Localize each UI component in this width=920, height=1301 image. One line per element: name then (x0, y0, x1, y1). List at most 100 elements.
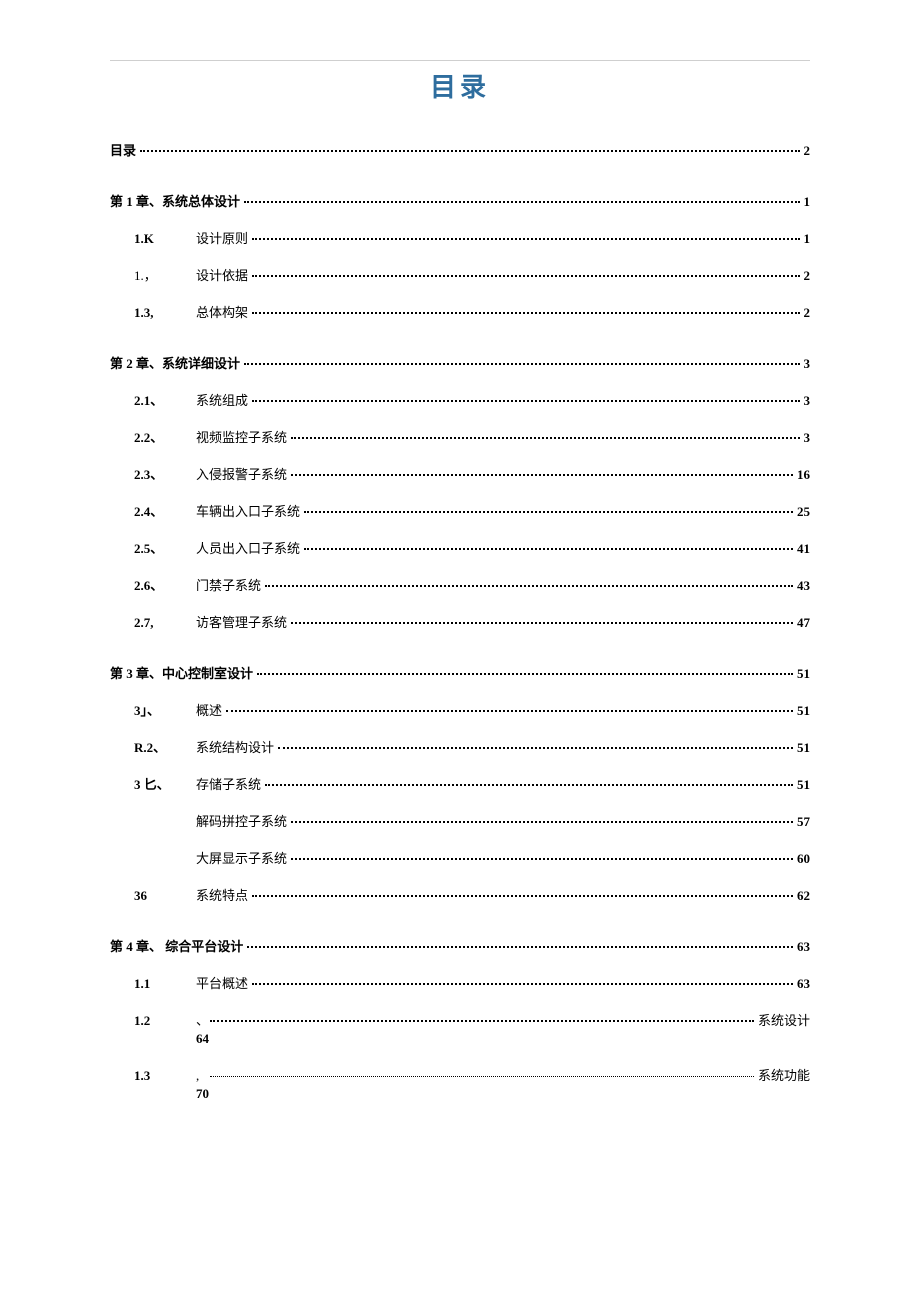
toc-page: 51 (797, 740, 810, 756)
toc-label: 系统结构设计 (196, 737, 274, 756)
toc-page: 16 (797, 467, 810, 483)
toc-page: 51 (797, 666, 810, 682)
toc-chapter[interactable]: 第 1 章、系统总体设计 1 (110, 191, 810, 210)
toc-page: 3 (804, 393, 811, 409)
leader-dots (252, 312, 799, 314)
toc-page: 62 (797, 888, 810, 904)
toc-num: 2.5、 (134, 538, 196, 557)
toc-page: 47 (797, 615, 810, 631)
toc-num: 3」、 (134, 700, 196, 719)
toc-entry[interactable]: 1.2、系统设计 (110, 1010, 810, 1029)
toc-chapter[interactable]: 第 4 章、 综合平台设计 63 (110, 936, 810, 955)
toc-page: 63 (797, 939, 810, 955)
leader-dots (257, 673, 793, 675)
leader-dots (247, 946, 793, 948)
toc-pre: , (196, 1068, 206, 1084)
leader-dots (210, 1020, 754, 1022)
toc-num: 2.1、 (134, 390, 196, 409)
toc-label: 总体构架 (196, 302, 248, 321)
toc-entry[interactable]: 1.K设计原则 1 (110, 228, 810, 247)
toc-num: 36 (134, 888, 196, 904)
leader-dots (304, 511, 793, 513)
toc-entry[interactable]: 2.4、车辆出入口子系统25 (110, 501, 810, 520)
toc-entry[interactable]: 2.7,访客管理子系统 47 (110, 612, 810, 631)
leader-dots (252, 238, 799, 240)
toc-tail-label: 系统设计 (758, 1010, 810, 1029)
leader-dots (291, 858, 793, 860)
toc-num: 1.1 (134, 976, 196, 992)
top-hairline (110, 60, 810, 61)
toc-entry[interactable]: 2.2、视频监控子系统3 (110, 427, 810, 446)
leader-dots (252, 275, 799, 277)
leader-dots (278, 747, 793, 749)
toc-chapter[interactable]: 目录2 (110, 140, 810, 159)
leader-dots (226, 710, 793, 712)
toc-entry[interactable]: 大屏显示子系统 60 (110, 848, 810, 867)
toc-num: 1.2 (134, 1013, 196, 1029)
toc-label: 第 2 章、系统详细设计 (110, 353, 240, 372)
leader-dots (252, 400, 799, 402)
toc-entry[interactable]: 36系统特点62 (110, 885, 810, 904)
toc-num: 2.6、 (134, 575, 196, 594)
leader-dots (291, 821, 793, 823)
toc-label: 目录 (110, 140, 136, 159)
toc-page: 57 (797, 814, 810, 830)
toc-label: 设计依据 (196, 265, 248, 284)
toc-page: 2 (804, 305, 811, 321)
toc-label: 系统组成 (196, 390, 248, 409)
toc-entry[interactable]: 2.1、系统组成 3 (110, 390, 810, 409)
toc-label: 第 3 章、中心控制室设计 (110, 663, 253, 682)
toc-entry[interactable]: 解码拼控子系统57 (110, 811, 810, 830)
toc-label: 平台概述 (196, 973, 248, 992)
toc-entry[interactable]: 1.3, 系统功能 (110, 1065, 810, 1084)
toc-chapter[interactable]: 第 2 章、系统详细设计3 (110, 353, 810, 372)
toc-page: 51 (797, 703, 810, 719)
toc-label: 访客管理子系统 (196, 612, 287, 631)
toc-entry[interactable]: 1.3,总体构架 2 (110, 302, 810, 321)
leader-dots (291, 474, 793, 476)
toc-label: 人员出入口子系统 (196, 538, 300, 557)
leader-dots (244, 201, 799, 203)
toc-entry[interactable]: 2.5、人员出入口子系统 41 (110, 538, 810, 557)
toc-page: 43 (797, 578, 810, 594)
toc-num: 2.3、 (134, 464, 196, 483)
toc-entry[interactable]: R.2、系统结构设计 51 (110, 737, 810, 756)
toc-label: 存储子系统 (196, 774, 261, 793)
leader-dots (244, 363, 799, 365)
toc-page: 70 (110, 1086, 810, 1102)
toc-entry[interactable]: 2.6、门禁子系统 43 (110, 575, 810, 594)
toc-label: 概述 (196, 700, 222, 719)
toc-num: 1.K (134, 231, 196, 247)
leader-dots (252, 983, 793, 985)
toc-tail-label: 系统功能 (758, 1065, 810, 1084)
toc-label: 视频监控子系统 (196, 427, 287, 446)
toc-num: 2.7, (134, 615, 196, 631)
toc-entry[interactable]: 1.，设计依据2 (110, 265, 810, 284)
toc-page: 41 (797, 541, 810, 557)
leader-dots (265, 585, 793, 587)
page-title: 目录 (110, 67, 810, 104)
toc-entry[interactable]: 3」、概述 51 (110, 700, 810, 719)
toc-page: 1 (804, 194, 811, 210)
toc-label: 第 4 章、 综合平台设计 (110, 936, 243, 955)
toc-num: 2.4、 (134, 501, 196, 520)
toc-page: 51 (797, 777, 810, 793)
toc-label: 门禁子系统 (196, 575, 261, 594)
toc-label: 第 1 章、系统总体设计 (110, 191, 240, 210)
toc-entry[interactable]: 1.1平台概述63 (110, 973, 810, 992)
toc-entry[interactable]: 3 匕、存储子系统 51 (110, 774, 810, 793)
toc-chapter[interactable]: 第 3 章、中心控制室设计 51 (110, 663, 810, 682)
leader-dots (210, 1076, 754, 1077)
toc-entry[interactable]: 2.3、入侵报警子系统16 (110, 464, 810, 483)
toc-label: 大屏显示子系统 (196, 848, 287, 867)
toc-num: 3 匕、 (134, 774, 196, 793)
toc-num: 1.3, (134, 305, 196, 321)
toc-num: R.2、 (134, 737, 196, 756)
toc-page: 60 (797, 851, 810, 867)
toc-label: 设计原则 (196, 228, 248, 247)
leader-dots (291, 437, 799, 439)
toc-page: 3 (804, 430, 811, 446)
toc-num: 1.3 (134, 1068, 196, 1084)
table-of-contents: 目录2第 1 章、系统总体设计11.K设计原则11.，设计依据21.3,总体构架… (110, 140, 810, 1102)
toc-page: 1 (804, 231, 811, 247)
